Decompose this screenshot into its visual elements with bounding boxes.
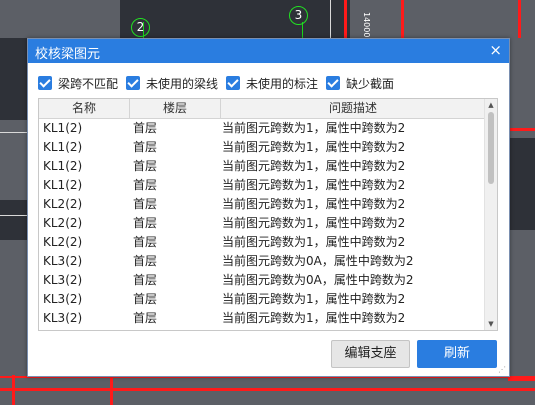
table-row[interactable]: KL1(2) 首层 当前图元跨数为1，属性中跨数为2 (39, 138, 497, 157)
cell-description: 当前图元跨数为1，属性中跨数为2 (222, 159, 406, 173)
beam-line (110, 375, 113, 405)
grid-line (0, 215, 27, 216)
slab-region (0, 0, 120, 38)
table-row[interactable]: KL2(2) 首层 当前图元跨数为1，属性中跨数为2 (39, 233, 497, 252)
grid-line (0, 132, 27, 133)
filter-label: 未使用的梁线 (146, 76, 219, 91)
table-body: KL1(2) 首层 当前图元跨数为1，属性中跨数为2 KL1(2) 首层 当前图元跨数为1… (39, 119, 497, 328)
cell-description: 当前图元跨数为1，属性中跨数为2 (222, 235, 406, 249)
slab-region (0, 240, 27, 380)
cell-name: KL3(2) (43, 292, 83, 306)
cell-floor: 首层 (133, 254, 158, 268)
beam-line (12, 375, 15, 405)
column-header-description[interactable]: 问题描述 (221, 99, 486, 118)
filter-unused-annotations[interactable]: 未使用的标注 (226, 75, 318, 92)
cell-name: KL1(2) (43, 159, 83, 173)
filter-bar: 梁跨不匹配 未使用的梁线 未使用的标注 缺少截面 (38, 74, 402, 92)
table-row[interactable]: KL3(2) 首层 当前图元跨数为1，属性中跨数为2 (39, 309, 497, 328)
table-row[interactable]: KL1(2) 首层 当前图元跨数为1，属性中跨数为2 (39, 176, 497, 195)
checkbox-checked-icon[interactable] (226, 76, 241, 90)
cell-description: 当前图元跨数为1，属性中跨数为2 (222, 216, 406, 230)
slab-region (508, 230, 535, 380)
column-header-floor[interactable]: 楼层 (130, 99, 221, 118)
cell-floor: 首层 (133, 159, 158, 173)
table-row[interactable]: KL3(2) 首层 当前图元跨数为0A，属性中跨数为2 (39, 271, 497, 290)
cell-description: 当前图元跨数为1，属性中跨数为2 (222, 140, 406, 154)
cell-floor: 首层 (133, 292, 158, 306)
cell-floor: 首层 (133, 311, 158, 325)
table-row[interactable]: KL1(2) 首层 当前图元跨数为1，属性中跨数为2 (39, 157, 497, 176)
table-header: 名称 楼层 问题描述 (39, 99, 497, 119)
cell-floor: 首层 (133, 178, 158, 192)
column-header-name[interactable]: 名称 (39, 99, 130, 118)
beam-line (518, 0, 521, 38)
grid-line (330, 0, 331, 38)
filter-span-mismatch[interactable]: 梁跨不匹配 (38, 75, 118, 92)
beam-line (508, 128, 535, 131)
cell-description: 当前图元跨数为1，属性中跨数为2 (222, 311, 406, 325)
cell-floor: 首层 (133, 140, 158, 154)
checkbox-checked-icon[interactable] (126, 76, 141, 90)
cell-name: KL3(2) (43, 273, 83, 287)
resize-grip-icon[interactable]: ⋰ (498, 365, 507, 374)
cell-floor: 首层 (133, 197, 158, 211)
filter-unused-beam-lines[interactable]: 未使用的梁线 (126, 75, 218, 92)
axis-marker-3: 3 (289, 6, 308, 25)
cell-name: KL3(2) (43, 254, 83, 268)
cell-description: 当前图元跨数为1，属性中跨数为2 (222, 178, 406, 192)
cell-name: KL3(2) (43, 311, 83, 325)
cell-description: 当前图元跨数为1，属性中跨数为2 (222, 197, 406, 211)
cell-name: KL2(2) (43, 235, 83, 249)
vertical-scrollbar[interactable]: ▲ ▼ (484, 99, 497, 330)
cell-description: 当前图元跨数为1，属性中跨数为2 (222, 121, 406, 135)
cell-name: KL1(2) (43, 140, 83, 154)
issues-table: 名称 楼层 问题描述 KL1(2) 首层 当前图元跨数为1，属性中跨数为2 KL1(2… (38, 98, 498, 331)
filter-label: 缺少截面 (346, 76, 395, 91)
slab-region (508, 38, 535, 138)
table-row[interactable]: KL2(2) 首层 当前图元跨数为1，属性中跨数为2 (39, 195, 497, 214)
cell-floor: 首层 (133, 216, 158, 230)
close-icon[interactable]: × (489, 41, 502, 59)
filter-missing-section[interactable]: 缺少截面 (326, 75, 394, 92)
scroll-up-icon[interactable]: ▲ (485, 100, 497, 110)
cell-name: KL2(2) (43, 197, 83, 211)
dialog-titlebar[interactable]: 校核梁图元 × (28, 39, 509, 63)
cell-name: KL1(2) (43, 178, 83, 192)
check-beam-dialog: 校核梁图元 × 梁跨不匹配 未使用的梁线 未使用的标注 缺少截面 名称 楼层 问… (27, 38, 510, 377)
table-row[interactable]: KL3(2) 首层 当前图元跨数为1，属性中跨数为2 (39, 290, 497, 309)
cell-description: 当前图元跨数为0A，属性中跨数为2 (222, 273, 414, 287)
table-row[interactable]: KL2(2) 首层 当前图元跨数为1，属性中跨数为2 (39, 214, 497, 233)
edit-support-button[interactable]: 编辑支座 (331, 340, 410, 368)
refresh-button[interactable]: 刷新 (417, 340, 497, 368)
axis-marker-2: 2 (131, 18, 150, 37)
cell-description: 当前图元跨数为1，属性中跨数为2 (222, 292, 406, 306)
checkbox-checked-icon[interactable] (326, 76, 341, 90)
table-row[interactable]: KL1(2) 首层 当前图元跨数为1，属性中跨数为2 (39, 119, 497, 138)
dialog-title: 校核梁图元 (35, 47, 101, 62)
dimension-text: 14000 (362, 12, 371, 38)
cell-floor: 首层 (133, 235, 158, 249)
beam-line (508, 378, 535, 381)
cell-floor: 首层 (133, 273, 158, 287)
cell-name: KL1(2) (43, 121, 83, 135)
table-row[interactable]: KL3(2) 首层 当前图元跨数为0A，属性中跨数为2 (39, 252, 497, 271)
filter-label: 未使用的标注 (246, 76, 319, 91)
filter-label: 梁跨不匹配 (58, 76, 119, 91)
checkbox-checked-icon[interactable] (38, 76, 52, 90)
beam-line (401, 0, 404, 38)
beam-line (344, 0, 347, 38)
cell-name: KL2(2) (43, 216, 83, 230)
beam-line (0, 388, 535, 391)
slab-region (410, 0, 535, 38)
cell-floor: 首层 (133, 121, 158, 135)
scroll-thumb[interactable] (488, 112, 494, 184)
scroll-down-icon[interactable]: ▼ (485, 319, 497, 329)
cell-description: 当前图元跨数为0A，属性中跨数为2 (222, 254, 414, 268)
axis-line (302, 22, 303, 38)
